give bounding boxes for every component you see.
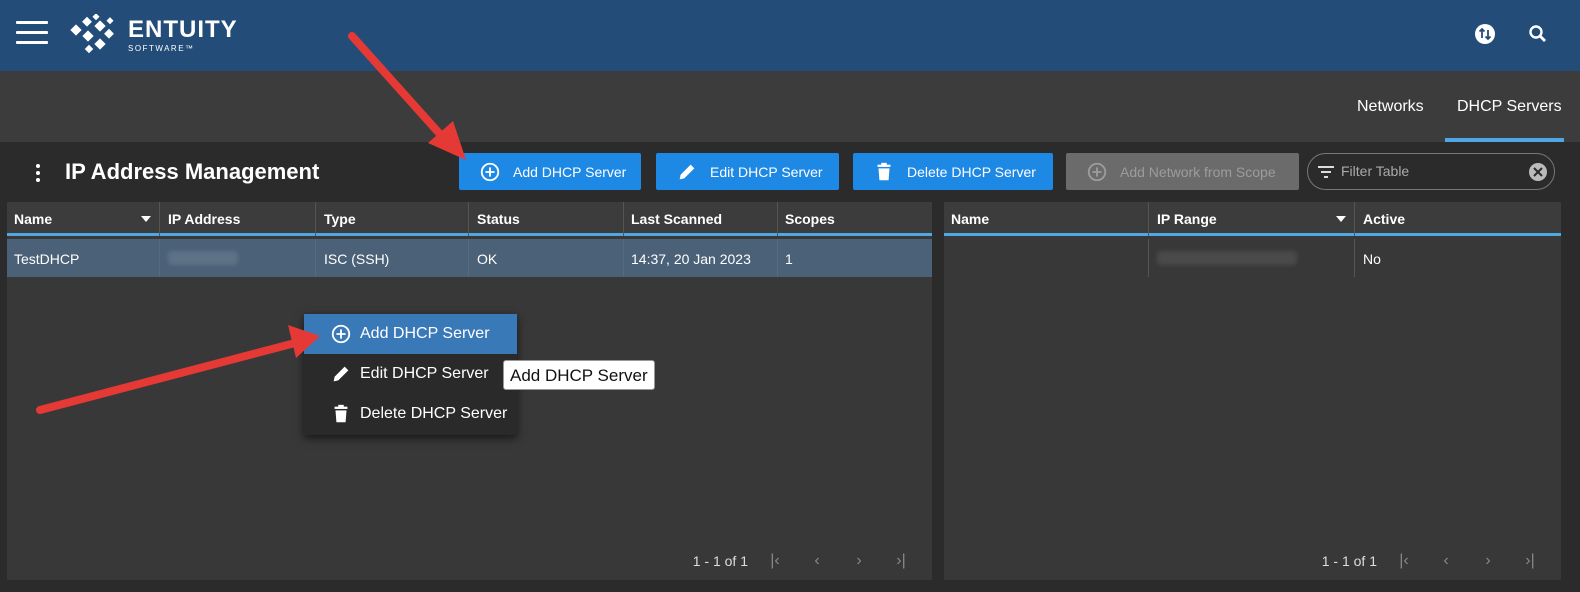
trash-icon <box>877 162 891 180</box>
pagination: 1 - 1 of 1 |‹ ‹ › ›| <box>1322 552 1551 570</box>
tooltip: Add DHCP Server <box>503 360 655 390</box>
page-title: IP Address Management <box>65 159 320 184</box>
clear-filter-icon[interactable] <box>1528 162 1548 182</box>
pencil-icon <box>333 366 349 382</box>
cell-ip-address-redacted <box>161 239 316 277</box>
table-header: Name IP Address Type Status Last Scanned… <box>7 202 932 236</box>
column-header-type[interactable]: Type <box>317 202 469 236</box>
table-row[interactable]: TestDHCP ISC (SSH) OK 14:37, 20 Jan 2023… <box>7 239 932 277</box>
sync-icon[interactable] <box>1473 22 1497 46</box>
toolbar: IP Address Management Add DHCP Server Ed… <box>0 142 1580 202</box>
pagination: 1 - 1 of 1 |‹ ‹ › ›| <box>693 552 922 570</box>
more-options-icon[interactable] <box>36 164 42 182</box>
column-header-scopes[interactable]: Scopes <box>778 202 932 236</box>
entuity-logo: ENTUITY SOFTWARE™ <box>70 13 250 58</box>
table-header: Name IP Range Active <box>944 202 1561 236</box>
cell-scopes: 1 <box>785 251 793 267</box>
logo-subtext: SOFTWARE™ <box>128 44 195 53</box>
filter-icon <box>1318 166 1334 178</box>
add-circle-icon <box>480 162 500 181</box>
page-info: 1 - 1 of 1 <box>1321 553 1377 569</box>
logo-mark-icon <box>70 13 114 54</box>
scopes-table: Name IP Range Active No 1 - 1 of 1 |‹ ‹ … <box>944 202 1561 580</box>
column-header-ip-range[interactable]: IP Range <box>1150 202 1355 236</box>
column-header-ip-address[interactable]: IP Address <box>161 202 316 236</box>
add-dhcp-server-button[interactable]: Add DHCP Server <box>459 153 641 190</box>
first-page-icon[interactable]: |‹ <box>1383 552 1425 570</box>
page-info: 1 - 1 of 1 <box>692 553 748 569</box>
add-circle-icon <box>331 324 351 344</box>
column-header-name[interactable]: Name <box>7 202 160 236</box>
context-menu-delete-dhcp-server[interactable]: Delete DHCP Server <box>304 394 517 434</box>
delete-dhcp-server-label: Delete DHCP Server <box>907 163 1036 180</box>
cell-name: TestDHCP <box>7 239 160 277</box>
cell-last-scanned: 14:37, 20 Jan 2023 <box>624 239 778 277</box>
sort-down-icon <box>1336 216 1346 222</box>
section-nav: Networks DHCP Servers <box>0 71 1580 142</box>
pencil-icon <box>679 164 695 179</box>
last-page-icon[interactable]: ›| <box>880 552 922 570</box>
add-network-from-scope-label: Add Network from Scope <box>1120 163 1276 180</box>
filter-box <box>1307 153 1555 190</box>
context-menu-edit-dhcp-server[interactable]: Edit DHCP Server <box>304 354 517 394</box>
cell-ip-range-redacted <box>1150 239 1355 277</box>
filter-input[interactable] <box>1341 163 1521 179</box>
next-page-icon[interactable]: › <box>838 552 880 570</box>
add-network-from-scope-button[interactable]: Add Network from Scope <box>1066 153 1299 190</box>
column-header-last-scanned[interactable]: Last Scanned <box>624 202 778 236</box>
next-page-icon[interactable]: › <box>1467 552 1509 570</box>
tab-dhcp-servers[interactable]: DHCP Servers <box>1457 98 1562 116</box>
previous-page-icon[interactable]: ‹ <box>796 552 838 570</box>
cell-status: OK <box>470 239 624 277</box>
add-dhcp-server-label: Add DHCP Server <box>513 163 627 180</box>
cell-name <box>944 239 1149 277</box>
sort-down-icon <box>141 216 151 222</box>
logo-text: ENTUITY <box>128 16 238 43</box>
column-header-active[interactable]: Active <box>1356 202 1561 236</box>
trash-icon <box>334 404 348 423</box>
column-header-status[interactable]: Status <box>470 202 624 236</box>
column-header-name[interactable]: Name <box>944 202 1149 236</box>
last-page-icon[interactable]: ›| <box>1509 552 1551 570</box>
context-menu-add-dhcp-server[interactable]: Add DHCP Server <box>304 314 517 354</box>
table-row[interactable]: No <box>944 239 1561 277</box>
first-page-icon[interactable]: |‹ <box>754 552 796 570</box>
cell-type: ISC (SSH) <box>317 239 469 277</box>
add-circle-icon <box>1087 162 1107 181</box>
context-menu: Add DHCP Server Edit DHCP Server Delete … <box>304 314 517 435</box>
cell-active: No <box>1363 251 1381 267</box>
search-icon[interactable] <box>1526 22 1550 46</box>
delete-dhcp-server-button[interactable]: Delete DHCP Server <box>853 153 1053 190</box>
app-header: ENTUITY SOFTWARE™ <box>0 0 1580 71</box>
tab-networks[interactable]: Networks <box>1357 98 1424 116</box>
edit-dhcp-server-button[interactable]: Edit DHCP Server <box>656 153 839 190</box>
previous-page-icon[interactable]: ‹ <box>1425 552 1467 570</box>
edit-dhcp-server-label: Edit DHCP Server <box>710 163 823 180</box>
menu-icon[interactable] <box>16 21 48 45</box>
